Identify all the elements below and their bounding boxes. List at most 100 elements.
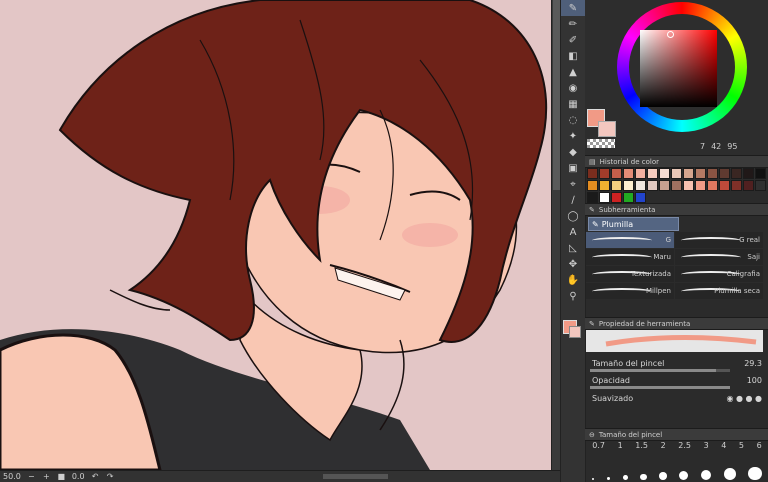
scrollbar-thumb[interactable] [553,0,560,190]
brush-item[interactable]: Saji [675,249,763,265]
zoom-value[interactable]: 50.0 [3,472,21,481]
brush-size-preset-dot[interactable] [606,476,611,480]
brush-size-preset-label[interactable]: 1 [618,441,623,450]
fill-tool-icon[interactable]: ▲ [561,64,585,80]
color-history-swatch[interactable] [611,192,622,203]
ruler-tool-icon[interactable]: ◺ [561,240,585,256]
color-history-swatch[interactable] [623,168,634,179]
rotate-left-icon[interactable]: ↶ [91,472,100,481]
color-history-swatch[interactable] [719,180,730,191]
angle-value[interactable]: 0.0 [72,472,85,481]
brush-size-preset-dot[interactable] [748,466,762,480]
rotate-right-icon[interactable]: ↷ [106,472,115,481]
brush-size-value[interactable]: 29.3 [744,359,762,368]
color-history-swatch[interactable] [659,168,670,179]
line-tool-icon[interactable]: ∕ [561,192,585,208]
brush-item[interactable]: Millpen [586,283,674,299]
brush-size-preset-dot[interactable] [659,472,667,480]
color-history-swatch[interactable] [611,180,622,191]
color-history-swatch[interactable] [743,180,754,191]
text-tool-icon[interactable]: A [561,224,585,240]
brush-size-preset-label[interactable]: 2 [661,441,666,450]
brush-item[interactable]: Caligrafia [675,266,763,282]
brush-size-preset-dot[interactable] [701,469,712,480]
color-history-swatch[interactable] [611,168,622,179]
saturation-value-square[interactable] [640,30,717,107]
brush-size-preset-dot[interactable] [640,473,647,480]
sub-color-swatch[interactable] [569,326,581,338]
color-history-swatch[interactable] [743,168,754,179]
canvas-horizontal-scrollbar[interactable] [323,474,388,479]
color-history-swatch[interactable] [647,180,658,191]
eyedropper-tool-icon[interactable]: ⌖ [561,176,585,192]
smoothing-options-icon[interactable]: ◉ ● ● ● [726,394,762,403]
pen-tool-icon[interactable]: ✎ [561,0,585,16]
drawing-canvas[interactable] [0,0,551,470]
color-history-swatch[interactable] [647,168,658,179]
dropper-tool-icon[interactable]: ⚲ [561,288,585,304]
brush-size-preset-dot[interactable] [592,478,595,480]
color-history-swatch[interactable] [755,168,766,179]
brush-size-preset-label[interactable]: 2.5 [678,441,691,450]
gradient-tool-icon[interactable]: ▣ [561,160,585,176]
sparkle-tool-icon[interactable]: ✦ [561,128,585,144]
color-history-swatch[interactable] [599,192,610,203]
color-history-swatch[interactable] [755,180,766,191]
brush-size-preset-label[interactable]: 1.5 [635,441,648,450]
opacity-row[interactable]: Opacidad 100 [592,373,762,387]
color-history-swatch[interactable] [587,192,598,203]
brush-item[interactable]: G [586,232,674,248]
color-history-swatch[interactable] [683,168,694,179]
color-history-swatch[interactable] [683,180,694,191]
color-history-swatch[interactable] [659,180,670,191]
color-history-swatch[interactable] [731,180,742,191]
color-history-swatch[interactable] [635,180,646,191]
color-history-swatch[interactable] [731,168,742,179]
brush-size-preset-dot[interactable] [679,471,689,480]
bucket-tool-icon[interactable]: ◆ [561,144,585,160]
transparent-color[interactable] [587,139,615,148]
brush-size-preset-label[interactable]: 4 [721,441,726,450]
move-tool-icon[interactable]: ✥ [561,256,585,272]
fit-icon[interactable]: ■ [57,472,66,481]
color-history-swatch[interactable] [719,168,730,179]
brush-item[interactable]: Plumilla seca [675,283,763,299]
opacity-value[interactable]: 100 [747,376,762,385]
brush-size-preset-label[interactable]: 6 [757,441,762,450]
smoothing-row[interactable]: Suavizado ◉ ● ● ● [592,391,762,405]
zoom-out-icon[interactable]: − [27,472,36,481]
color-picker-cursor[interactable] [667,31,674,38]
color-history-swatch[interactable] [707,180,718,191]
color-history-swatch[interactable] [695,180,706,191]
grid-tool-icon[interactable]: ▦ [561,96,585,112]
opacity-slider[interactable] [590,386,730,389]
color-history-swatch[interactable] [671,180,682,191]
brush-size-preset-dot[interactable] [724,468,736,480]
color-history-swatch[interactable] [695,168,706,179]
brush-size-preset-label[interactable]: 5 [739,441,744,450]
brush-size-preset-dot[interactable] [622,475,628,480]
brush-tool-icon[interactable]: ✐ [561,32,585,48]
hand-tool-icon[interactable]: ✋ [561,272,585,288]
balloon-tool-icon[interactable]: ◯ [561,208,585,224]
color-history-swatch[interactable] [635,192,646,203]
color-history-swatch[interactable] [587,180,598,191]
color-history-swatch[interactable] [635,168,646,179]
color-history-swatch[interactable] [599,168,610,179]
brush-item[interactable]: G real [675,232,763,248]
color-history-swatch[interactable] [671,168,682,179]
current-sub-color[interactable] [598,121,616,137]
brush-size-preset-label[interactable]: 3 [704,441,709,450]
subtool-tab-plumilla[interactable]: ✎ Plumilla [588,217,679,231]
eraser-tool-icon[interactable]: ◧ [561,48,585,64]
color-history-swatch[interactable] [707,168,718,179]
color-history-swatch[interactable] [587,168,598,179]
brush-item[interactable]: Maru [586,249,674,265]
pencil-tool-icon[interactable]: ✏ [561,16,585,32]
brush-size-preset-label[interactable]: 0.7 [592,441,605,450]
brush-size-slider[interactable] [590,369,730,372]
color-history-swatch[interactable] [623,180,634,191]
brush-size-row[interactable]: Tamaño del pincel 29.3 [592,356,762,370]
brush-item[interactable]: Texturizada [586,266,674,282]
color-history-swatch[interactable] [599,180,610,191]
